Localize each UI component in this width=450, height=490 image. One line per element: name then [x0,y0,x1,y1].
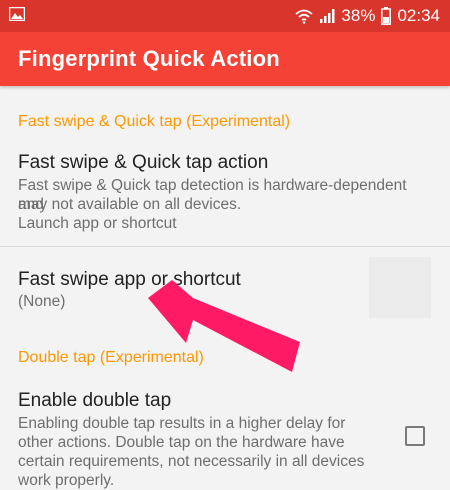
app-icon-placeholder [369,257,431,318]
section-header-fast-swipe: Fast swipe & Quick tap (Experimental) [18,113,291,130]
pref-title: Fast swipe & Quick tap action [18,152,269,173]
pref-summary-line: certain requirements, not necessarily in… [18,453,365,470]
status-right: 38% 02:34 [295,0,440,32]
double-tap-checkbox[interactable] [405,426,425,446]
battery-percent: 38% [341,6,376,25]
pref-summary-line: Launch app or shortcut [18,215,177,232]
preferences-list[interactable]: Fast swipe & Quick tap (Experimental) Fa… [0,86,450,490]
clock: 02:34 [397,6,440,25]
signal-icon [320,9,335,23]
pref-summary: (None) [18,293,66,310]
section-header-double-tap: Double tap (Experimental) [18,349,204,366]
app-bar: Fingerprint Quick Action [0,32,450,86]
pref-title: Enable double tap [18,390,172,411]
app-title: Fingerprint Quick Action [18,46,280,71]
pref-summary-line: Enabling double tap results in a higher … [18,415,346,432]
divider [0,246,450,247]
pref-summary-line: work properly. [18,472,115,489]
pref-summary-line: may not available on all devices. [18,196,242,213]
wifi-icon [295,9,314,24]
status-bar: 38% 02:34 [0,0,450,32]
pref-summary-line: other actions. Double tap on the hardwar… [18,434,345,451]
pref-title: Fast swipe app or shortcut [18,269,241,290]
battery-icon [381,7,392,25]
image-icon [9,7,25,21]
